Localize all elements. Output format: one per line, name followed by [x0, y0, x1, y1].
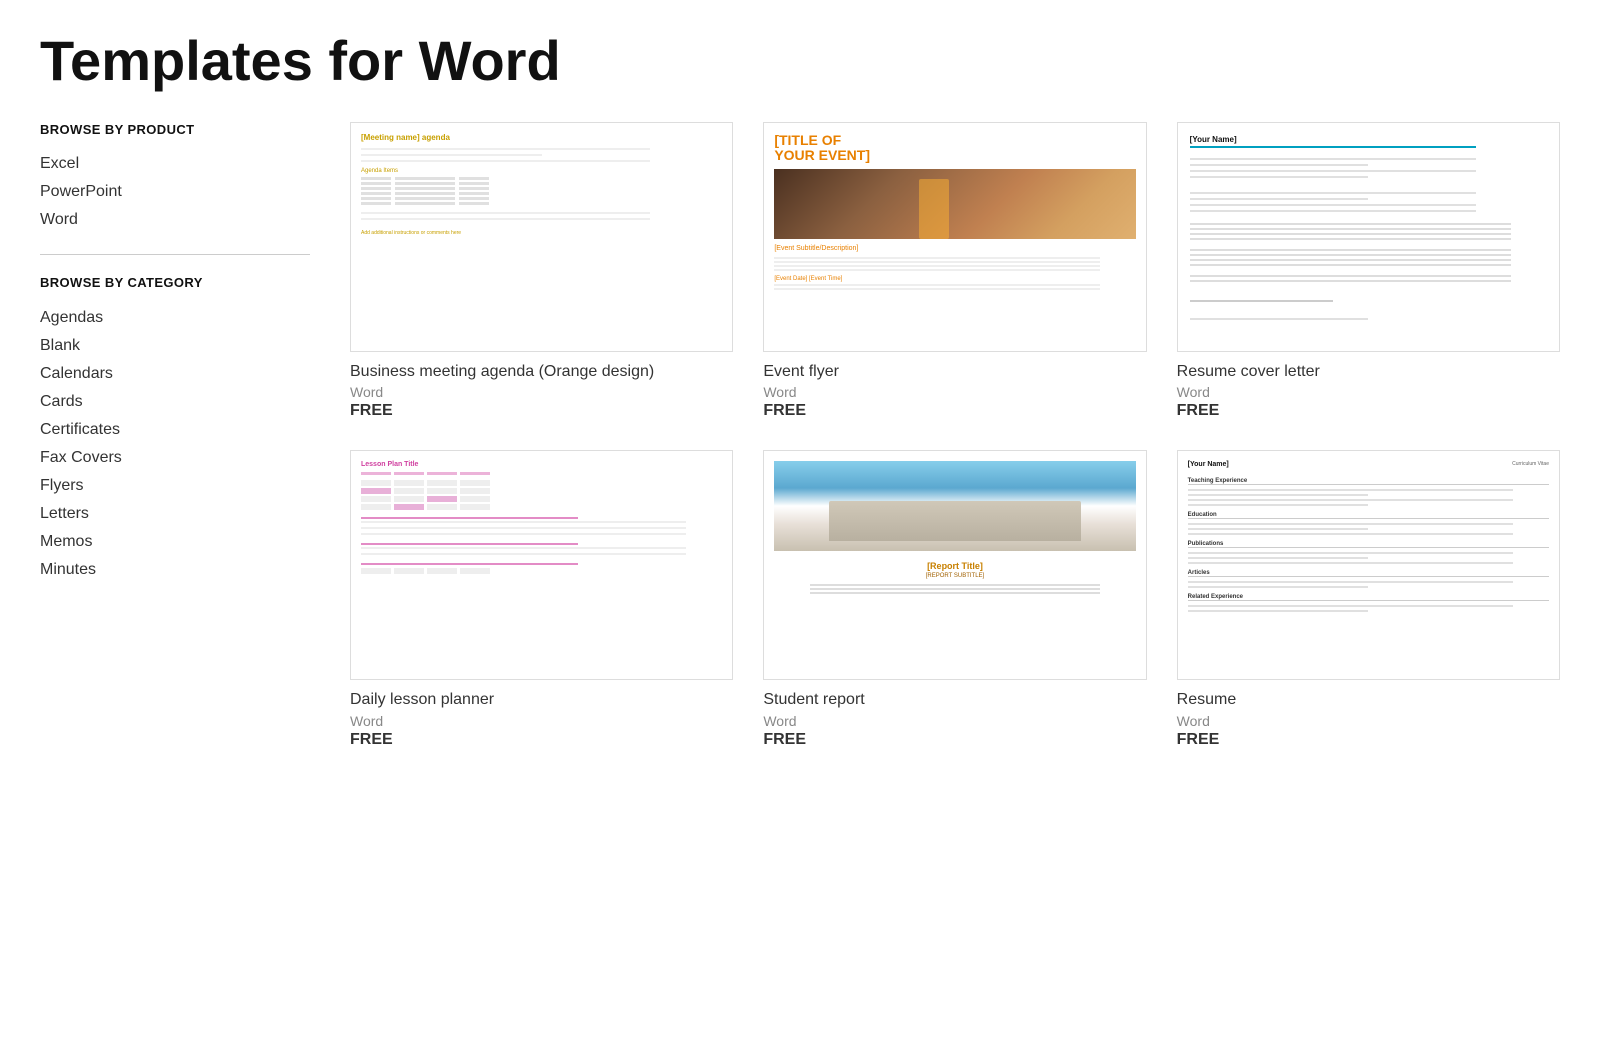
template-price-5: FREE [763, 731, 1146, 749]
template-price-1: FREE [350, 402, 733, 420]
template-product-6: Word [1177, 713, 1560, 729]
browse-by-product-label: BROWSE BY PRODUCT [40, 122, 310, 139]
main-content: [Meeting name] agenda Agenda Items [350, 122, 1560, 750]
template-name-6: Resume [1177, 690, 1560, 711]
category-links: Agendas Blank Calendars Cards Certificat… [40, 304, 310, 584]
thumb-student-content: [Report Title] [REPORT SUBTITLE] [764, 451, 1145, 679]
sidebar-item-blank[interactable]: Blank [40, 332, 310, 360]
template-thumbnail-lesson: Lesson Plan Title [350, 450, 733, 680]
template-card-resume-cover-letter[interactable]: [Your Name] [1177, 122, 1560, 421]
templates-grid: [Meeting name] agenda Agenda Items [350, 122, 1560, 750]
template-card-daily-lesson-planner[interactable]: Lesson Plan Title [350, 450, 733, 749]
thumb-resume-academic-content: [Your Name] Curriculum Vitae Teaching Ex… [1178, 451, 1559, 679]
template-product-1: Word [350, 384, 733, 400]
event-photo [774, 169, 1135, 239]
sidebar-item-certificates[interactable]: Certificates [40, 416, 310, 444]
product-links: Excel PowerPoint Word [40, 150, 310, 234]
template-name-4: Daily lesson planner [350, 690, 733, 711]
sidebar-item-fax-covers[interactable]: Fax Covers [40, 444, 310, 472]
sidebar-item-agendas[interactable]: Agendas [40, 304, 310, 332]
student-photo [774, 461, 1135, 551]
sidebar-item-powerpoint[interactable]: PowerPoint [40, 178, 310, 206]
browse-by-category-label: BROWSE BY CATEGORY [40, 275, 310, 292]
sidebar-item-letters[interactable]: Letters [40, 500, 310, 528]
sidebar-item-calendars[interactable]: Calendars [40, 360, 310, 388]
template-name-1: Business meeting agenda (Orange design) [350, 362, 733, 383]
template-thumbnail-resume-cover: [Your Name] [1177, 122, 1560, 352]
template-card-student-report[interactable]: [Report Title] [REPORT SUBTITLE] Student… [763, 450, 1146, 749]
template-name-3: Resume cover letter [1177, 362, 1560, 383]
thumb-agenda-content: [Meeting name] agenda Agenda Items [351, 123, 732, 351]
template-product-4: Word [350, 713, 733, 729]
sidebar-item-minutes[interactable]: Minutes [40, 556, 310, 584]
sidebar-item-flyers[interactable]: Flyers [40, 472, 310, 500]
template-card-business-meeting-agenda[interactable]: [Meeting name] agenda Agenda Items [350, 122, 733, 421]
template-price-4: FREE [350, 731, 733, 749]
sidebar-item-cards[interactable]: Cards [40, 388, 310, 416]
thumb-lesson-content: Lesson Plan Title [351, 451, 732, 679]
template-thumbnail-agenda: [Meeting name] agenda Agenda Items [350, 122, 733, 352]
layout: BROWSE BY PRODUCT Excel PowerPoint Word … [40, 122, 1560, 750]
sidebar-item-memos[interactable]: Memos [40, 528, 310, 556]
template-product-3: Word [1177, 384, 1560, 400]
template-card-resume[interactable]: [Your Name] Curriculum Vitae Teaching Ex… [1177, 450, 1560, 749]
template-product-2: Word [763, 384, 1146, 400]
template-price-2: FREE [763, 402, 1146, 420]
template-thumbnail-resume-academic: [Your Name] Curriculum Vitae Teaching Ex… [1177, 450, 1560, 680]
sidebar-item-word[interactable]: Word [40, 206, 310, 234]
template-name-5: Student report [763, 690, 1146, 711]
template-price-6: FREE [1177, 731, 1560, 749]
sidebar-item-excel[interactable]: Excel [40, 150, 310, 178]
template-thumbnail-event: [TITLE OFYOUR EVENT] [Event Subtitle/Des… [763, 122, 1146, 352]
template-name-2: Event flyer [763, 362, 1146, 383]
template-thumbnail-student: [Report Title] [REPORT SUBTITLE] [763, 450, 1146, 680]
thumb-event-content: [TITLE OFYOUR EVENT] [Event Subtitle/Des… [764, 123, 1145, 351]
thumb-resume-cover-content: [Your Name] [1178, 123, 1559, 351]
page-title: Templates for Word [40, 30, 1560, 92]
sidebar: BROWSE BY PRODUCT Excel PowerPoint Word … [40, 122, 310, 750]
template-price-3: FREE [1177, 402, 1560, 420]
template-product-5: Word [763, 713, 1146, 729]
sidebar-divider [40, 254, 310, 255]
template-card-event-flyer[interactable]: [TITLE OFYOUR EVENT] [Event Subtitle/Des… [763, 122, 1146, 421]
